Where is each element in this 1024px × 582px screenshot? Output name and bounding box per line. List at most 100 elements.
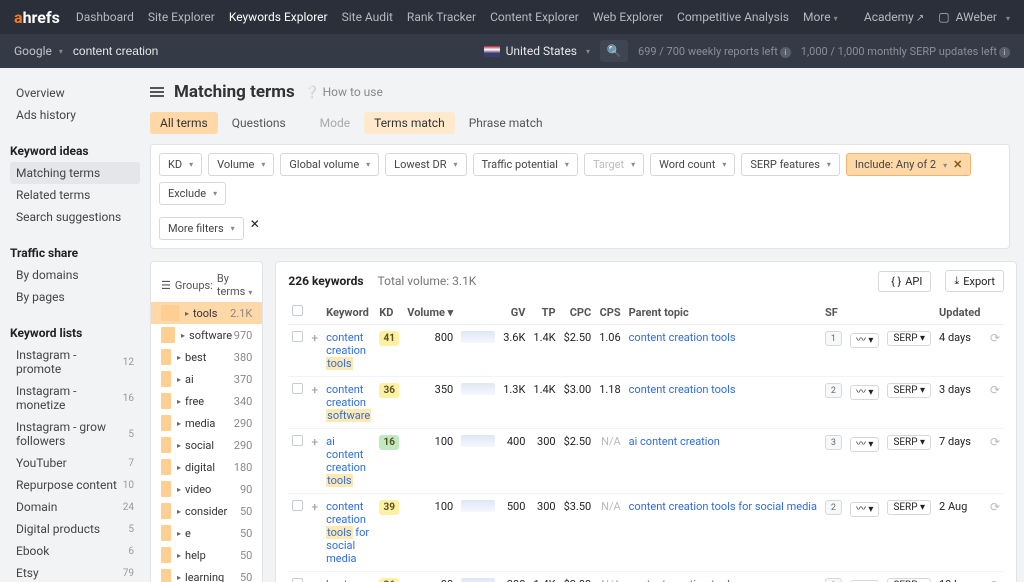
sf-badge[interactable]: 2 xyxy=(825,383,842,398)
close-icon[interactable]: ✕ xyxy=(953,158,962,171)
parent-topic-link[interactable]: content creation tools for social media xyxy=(629,500,817,513)
clear-filters-icon[interactable]: ✕ xyxy=(250,217,260,240)
info-icon[interactable]: i xyxy=(999,47,1010,58)
sidebar-item[interactable]: Ebook6 xyxy=(10,540,140,562)
sidebar-item[interactable]: Search suggestions xyxy=(10,206,140,228)
add-icon[interactable]: + xyxy=(311,383,318,397)
sidebar-item[interactable]: Overview xyxy=(10,82,140,104)
group-term[interactable]: ▸e50 xyxy=(151,522,262,544)
serp-button[interactable]: SERP ▾ xyxy=(887,578,931,582)
col-updated[interactable]: Updated xyxy=(935,300,986,325)
col-gv[interactable]: GV xyxy=(499,300,529,325)
group-term[interactable]: ▸video90 xyxy=(151,478,262,500)
sf-badge[interactable]: 3 xyxy=(825,435,842,450)
sidebar-item[interactable]: Etsy79 xyxy=(10,562,140,582)
sidebar-item[interactable]: Digital products5 xyxy=(10,518,140,540)
col-parent-topic[interactable]: Parent topic xyxy=(625,300,821,325)
sidebar-item[interactable]: Instagram - grow followers5 xyxy=(10,416,140,452)
col-cpc[interactable]: CPC xyxy=(560,300,596,325)
filter-serp-features[interactable]: SERP features xyxy=(741,153,840,176)
serp-button[interactable]: SERP ▾ xyxy=(887,383,931,398)
col-volume[interactable]: Volume ▾ xyxy=(403,300,457,325)
group-term[interactable]: ▸social290 xyxy=(151,434,262,456)
region-select[interactable]: United States xyxy=(484,44,590,58)
nav-item[interactable]: Content Explorer xyxy=(490,10,579,24)
filter-volume[interactable]: Volume xyxy=(208,153,274,176)
refresh-icon[interactable]: ⟳ xyxy=(990,578,1000,582)
trend-button[interactable]: 〰 ▾ xyxy=(850,502,880,517)
group-term[interactable]: ▸consider50 xyxy=(151,500,262,522)
keyword-link[interactable]: content creation tools for social media xyxy=(326,500,369,565)
group-term[interactable]: ▸learning50 xyxy=(151,566,262,582)
tab-phrase-match[interactable]: Phrase match xyxy=(459,112,553,134)
refresh-icon[interactable]: ⟳ xyxy=(990,500,1000,514)
group-term[interactable]: ▸help50 xyxy=(151,544,262,566)
row-checkbox[interactable] xyxy=(292,435,303,446)
nav-item[interactable]: Rank Tracker xyxy=(407,10,476,24)
sidebar-item[interactable]: Repurpose content10 xyxy=(10,474,140,496)
parent-topic-link[interactable]: content creation tools xyxy=(629,383,736,396)
col-cps[interactable]: CPS xyxy=(595,300,624,325)
group-term[interactable]: ▸best380 xyxy=(151,346,262,368)
filter-exclude[interactable]: Exclude xyxy=(159,182,226,205)
sf-badge[interactable]: 2 xyxy=(825,500,842,515)
nav-item[interactable]: Web Explorer xyxy=(593,10,663,24)
group-term[interactable]: ▸tools2.1K xyxy=(151,302,262,324)
filter-lowest-dr[interactable]: Lowest DR xyxy=(385,153,466,176)
info-icon[interactable]: i xyxy=(780,47,791,58)
keyword-link[interactable]: content creation software xyxy=(326,383,371,422)
nav-item[interactable]: More xyxy=(803,10,838,24)
sidebar-item[interactable]: Instagram - promote12 xyxy=(10,344,140,380)
keyword-link[interactable]: content creation tools xyxy=(326,331,366,370)
trend-button[interactable]: 〰 ▾ xyxy=(850,333,880,348)
api-button[interactable]: { } API xyxy=(878,271,931,292)
how-to-use-link[interactable]: ❔ How to use xyxy=(305,85,383,99)
parent-topic-link[interactable]: content creation tools xyxy=(629,331,736,344)
col-kd[interactable]: KD xyxy=(375,300,403,325)
sf-badge[interactable]: 1 xyxy=(825,331,842,346)
row-checkbox[interactable] xyxy=(292,578,303,582)
parent-topic-link[interactable]: ai content creation xyxy=(629,435,720,448)
group-term[interactable]: ▸ai370 xyxy=(151,368,262,390)
nav-item[interactable]: Dashboard xyxy=(76,10,134,24)
group-term[interactable]: ▸free340 xyxy=(151,390,262,412)
serp-button[interactable]: SERP ▾ xyxy=(887,500,931,515)
filter-word-count[interactable]: Word count xyxy=(650,153,735,176)
filter-global-volume[interactable]: Global volume xyxy=(280,153,379,176)
row-checkbox[interactable] xyxy=(292,500,303,511)
add-icon[interactable]: + xyxy=(311,578,318,582)
export-button[interactable]: ⤓Export xyxy=(945,270,1004,292)
serp-button[interactable]: SERP ▾ xyxy=(887,331,931,346)
add-icon[interactable]: + xyxy=(311,435,318,449)
select-all-checkbox[interactable] xyxy=(292,305,303,316)
parent-topic-link[interactable]: content creation tools xyxy=(629,578,736,582)
filter-traffic-potential[interactable]: Traffic potential xyxy=(473,153,578,176)
nav-item[interactable]: Site Audit xyxy=(342,10,393,24)
sidebar-item[interactable]: Ads history xyxy=(10,104,140,126)
sidebar-item[interactable]: By domains xyxy=(10,264,140,286)
refresh-icon[interactable]: ⟳ xyxy=(990,383,1000,397)
sf-badge[interactable]: 3 xyxy=(825,578,842,582)
filter-include-active[interactable]: Include: Any of 2✕ xyxy=(846,153,971,176)
sidebar-item[interactable]: Instagram - monetize16 xyxy=(10,380,140,416)
tab-questions[interactable]: Questions xyxy=(222,112,296,134)
refresh-icon[interactable]: ⟳ xyxy=(990,435,1000,449)
hamburger-icon[interactable] xyxy=(150,87,164,97)
nav-item[interactable]: Competitive Analysis xyxy=(677,10,789,24)
group-term[interactable]: ▸software970 xyxy=(151,324,262,346)
col-sf[interactable]: SF xyxy=(821,300,846,325)
brand-logo[interactable]: ahrefs xyxy=(14,8,60,27)
keyword-link[interactable]: best content creation software xyxy=(326,578,371,582)
add-icon[interactable]: + xyxy=(311,331,318,345)
col-keyword[interactable]: Keyword xyxy=(322,300,375,325)
sidebar-item[interactable]: Matching terms xyxy=(10,162,140,184)
serp-button[interactable]: SERP ▾ xyxy=(887,435,931,450)
keyword-input[interactable] xyxy=(73,44,474,58)
trend-button[interactable]: 〰 ▾ xyxy=(850,437,880,452)
search-button[interactable]: 🔍 xyxy=(600,40,628,62)
add-icon[interactable]: + xyxy=(311,500,318,514)
groups-mode-select[interactable]: By terms xyxy=(217,272,253,298)
nav-item[interactable]: Keywords Explorer xyxy=(229,10,328,24)
filter-kd[interactable]: KD xyxy=(159,153,202,176)
filter-target[interactable]: Target xyxy=(584,153,644,176)
